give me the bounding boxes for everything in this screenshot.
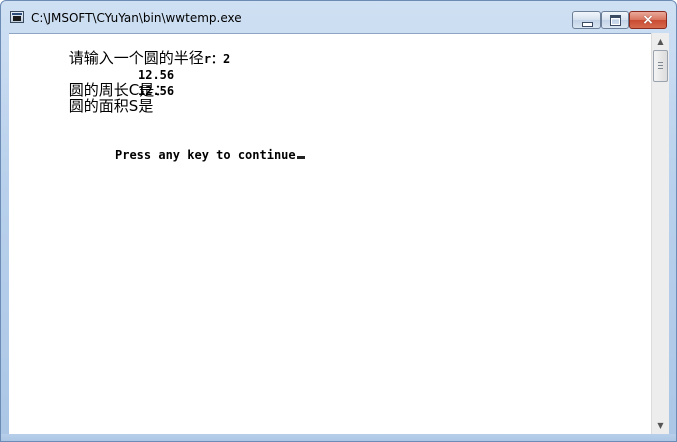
vertical-scrollbar[interactable]: ▲ ▼ xyxy=(651,33,669,434)
close-button[interactable]: × xyxy=(629,11,667,29)
area-value: 12.56 xyxy=(138,84,175,98)
area-line: 圆的面积S是 xyxy=(11,82,154,130)
title-bar[interactable]: C:\JMSOFT\CYuYan\bin\wwtemp.exe × xyxy=(1,1,676,33)
maximize-icon xyxy=(610,15,621,26)
window-bottom-border xyxy=(1,434,676,441)
scroll-up-icon[interactable]: ▲ xyxy=(652,33,669,50)
continue-prompt: Press any key to continue xyxy=(115,148,305,162)
grip-line xyxy=(658,65,663,66)
minimize-button[interactable] xyxy=(572,11,601,29)
continue-prompt-text: Press any key to continue xyxy=(115,148,296,162)
console-window: C:\JMSOFT\CYuYan\bin\wwtemp.exe × 请输入一个圆… xyxy=(0,0,677,442)
close-icon: × xyxy=(642,12,654,28)
console-app-icon[interactable] xyxy=(10,11,24,23)
radius-prompt-text: 请输入一个圆的半径 xyxy=(68,49,204,67)
window-title: C:\JMSOFT\CYuYan\bin\wwtemp.exe xyxy=(31,11,242,25)
area-label: 圆的面积S是 xyxy=(68,97,154,115)
grip-line xyxy=(658,62,663,63)
radius-input-value: r：2 xyxy=(203,52,231,66)
scroll-down-icon[interactable]: ▼ xyxy=(652,417,669,434)
circumference-value: 12.56 xyxy=(138,68,175,82)
grip-line xyxy=(658,68,663,69)
scroll-thumb[interactable] xyxy=(653,50,668,82)
minimize-icon xyxy=(582,22,593,27)
text-cursor xyxy=(296,156,305,159)
maximize-button[interactable] xyxy=(601,11,629,29)
console-output[interactable]: 请输入一个圆的半径r：2 圆的周长C是： 12.56 圆的面积S是 12.56 … xyxy=(9,33,651,435)
